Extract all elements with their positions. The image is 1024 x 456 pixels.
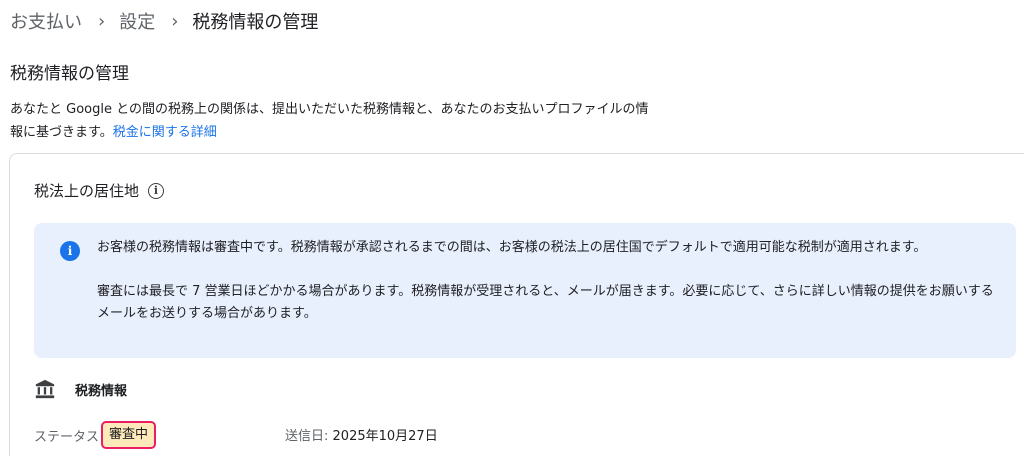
info-outline-icon[interactable]: i — [148, 182, 165, 199]
alert-message: お客様の税務情報は審査中です。税務情報が承認されるまでの間は、お客様の税法上の居… — [97, 237, 997, 325]
status-label: ステータス — [34, 429, 100, 445]
description-text: あなたと Google との間の税務上の関係は、提出いただいた税務情報と、あなた… — [10, 102, 649, 140]
page-description: あなたと Google との間の税務上の関係は、提出いただいた税務情報と、あなた… — [10, 98, 650, 144]
alert-paragraph-2: 審査には最長で 7 営業日ほどかかる場合があります。税務情報が受理されると、メー… — [97, 284, 994, 321]
tax-info-title: 税務情報 — [75, 383, 128, 399]
tax-info-header: 税務情報 — [34, 378, 127, 400]
bank-icon — [35, 379, 55, 399]
tax-residency-header: 税法上の居住地 i — [34, 180, 165, 201]
breadcrumb-settings[interactable]: 設定 — [119, 8, 155, 34]
breadcrumb-separator-icon: › — [98, 10, 106, 32]
sent-date-value: 2025年10月27日 — [332, 429, 438, 444]
alert-paragraph-1: お客様の税務情報は審査中です。税務情報が承認されるまでの間は、お客様の税法上の居… — [97, 240, 927, 255]
tax-residency-title: 税法上の居住地 — [34, 182, 140, 200]
sent-date: 送信日: 2025年10月27日 — [285, 425, 438, 444]
breadcrumb-current: 税務情報の管理 — [192, 12, 319, 33]
status-badge: 審査中 — [101, 421, 157, 449]
breadcrumb-payments[interactable]: お支払い — [10, 8, 82, 34]
sent-date-label: 送信日: — [285, 429, 329, 444]
breadcrumb: お支払い › 設定 › 税務情報の管理 — [10, 8, 318, 34]
tax-info-page: お支払い › 設定 › 税務情報の管理 税務情報の管理 あなたと Google … — [0, 0, 1024, 456]
breadcrumb-separator-icon: › — [171, 10, 179, 32]
review-alert: i お客様の税務情報は審査中です。税務情報が承認されるまでの間は、お客様の税法上… — [34, 223, 1016, 358]
status-row: ステータス 審査中 — [34, 421, 157, 449]
tax-details-link[interactable]: 税金に関する詳細 — [113, 125, 217, 140]
info-filled-icon: i — [60, 241, 80, 261]
page-title: 税務情報の管理 — [10, 64, 129, 84]
